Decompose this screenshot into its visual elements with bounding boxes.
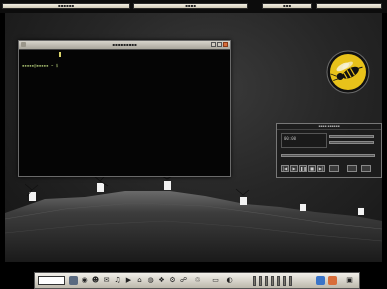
maximize-button[interactable] <box>217 42 222 47</box>
next-button[interactable]: ▶| <box>317 165 325 172</box>
eject-button[interactable] <box>329 165 339 172</box>
bottom-dock: ◉ ☻ ✉ ♫ ▶ ⌂ ◍ ❖ ⚙ ☍ ♲ ▭ ◐ ▣ <box>34 272 360 289</box>
terminal-cursor <box>59 52 62 57</box>
windmill <box>24 183 39 201</box>
gear-icon[interactable]: ⚙ <box>168 276 177 285</box>
media-display: 00:00 <box>281 133 327 148</box>
minimize-button[interactable] <box>211 42 216 47</box>
media-time: 00:00 <box>284 136 297 141</box>
tray-icon[interactable]: ▣ <box>345 276 354 285</box>
desktop-switch-icon[interactable]: ▭ <box>211 276 220 285</box>
pager-workspace[interactable] <box>271 276 274 286</box>
top-panel-label-center: ▪▪▪▪ <box>185 3 196 8</box>
seek-slider[interactable] <box>281 154 375 157</box>
camera-icon[interactable]: ◍ <box>146 276 155 285</box>
pager-workspace[interactable] <box>253 276 256 286</box>
chat-icon[interactable]: ☻ <box>91 276 100 285</box>
trash-icon[interactable]: ♲ <box>193 276 202 285</box>
media-player-title: ▪▪▪▪ ▪▪▪▪▪▪ <box>277 124 381 130</box>
top-panel-window-title[interactable]: ▪▪▪▪ <box>133 3 248 9</box>
pager-workspace[interactable] <box>289 276 292 286</box>
balance-slider[interactable] <box>329 141 374 144</box>
terminal-title: ▪▪▪▪▪▪▪▪▪ <box>112 42 137 47</box>
top-panel-label-right: ▪▪▪ <box>282 3 292 8</box>
pager-workspace[interactable] <box>283 276 286 286</box>
top-panel-applet[interactable]: ▪▪▪ <box>262 3 312 9</box>
player-icon[interactable]: ▶ <box>124 276 133 285</box>
pager-workspace[interactable] <box>277 276 280 286</box>
windmill <box>159 174 175 190</box>
windmill <box>92 174 109 192</box>
terminal-titlebar[interactable]: ▪▪▪▪▪▪▪▪▪ <box>19 41 230 50</box>
previous-button[interactable]: |◀ <box>281 165 289 172</box>
pager-workspace[interactable] <box>265 276 268 286</box>
stop-button[interactable]: ■ <box>308 165 316 172</box>
music-icon[interactable]: ♫ <box>113 276 122 285</box>
battery-icon[interactable] <box>316 276 325 285</box>
terminal-content[interactable]: ▪▪▪▪▪@▪▪▪▪▪ ~ $ <box>19 50 230 73</box>
video-icon[interactable]: ❖ <box>157 276 166 285</box>
desktop[interactable]: ▪▪▪▪▪▪▪▪▪ ▪▪▪▪▪@▪▪▪▪▪ ~ $ ▪▪▪▪ ▪▪▪▪▪▪ 00… <box>5 13 382 262</box>
top-panel-tasklist[interactable]: ▪▪▪▪▪▪ <box>2 3 130 9</box>
top-panel: ▪▪▪▪▪▪ ▪▪▪▪ ▪▪▪ <box>0 0 387 13</box>
top-panel-label-left: ▪▪▪▪▪▪ <box>57 3 75 8</box>
windmill <box>358 205 364 215</box>
shuffle-button[interactable] <box>347 165 357 172</box>
media-player[interactable]: ▪▪▪▪ ▪▪▪▪▪▪ 00:00 |◀ ▶ ❚❚ ■ ▶| <box>276 123 382 178</box>
pause-button[interactable]: ❚❚ <box>299 165 307 172</box>
clock-icon[interactable] <box>328 276 337 285</box>
play-button[interactable]: ▶ <box>290 165 298 172</box>
run-command-input[interactable] <box>38 276 65 285</box>
pager-workspace[interactable] <box>259 276 262 286</box>
repeat-button[interactable] <box>361 165 371 172</box>
monitor-icon[interactable] <box>69 276 78 285</box>
home-icon[interactable]: ⌂ <box>135 276 144 285</box>
top-panel-clock[interactable] <box>316 3 382 9</box>
mail-icon[interactable]: ✉ <box>102 276 111 285</box>
wasp-logo <box>326 50 370 94</box>
volume-slider[interactable] <box>329 135 374 138</box>
volume-icon[interactable]: ◐ <box>225 276 234 285</box>
network-icon[interactable]: ☍ <box>179 276 188 285</box>
globe-icon[interactable]: ◉ <box>80 276 89 285</box>
windmill <box>300 201 306 211</box>
terminal-window[interactable]: ▪▪▪▪▪▪▪▪▪ ▪▪▪▪▪@▪▪▪▪▪ ~ $ <box>18 40 231 177</box>
close-button[interactable] <box>223 42 228 47</box>
terminal-prompt: ▪▪▪▪▪@▪▪▪▪▪ ~ $ <box>22 63 59 68</box>
